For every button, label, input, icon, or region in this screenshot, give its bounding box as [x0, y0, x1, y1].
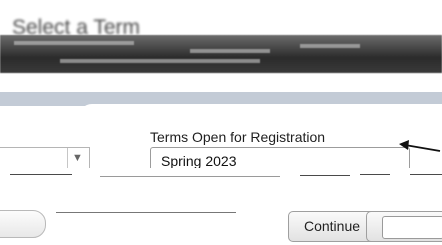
divider-line	[10, 174, 72, 175]
divider-line	[360, 174, 390, 175]
select-divider	[67, 148, 68, 170]
chevron-down-icon[interactable]: ▼	[72, 152, 83, 164]
divider-line	[300, 175, 350, 176]
term-select-value: Spring 2023	[161, 153, 237, 169]
continue-button[interactable]: Continue	[288, 211, 376, 242]
divider-line	[56, 212, 236, 213]
panel-corner	[78, 104, 442, 124]
back-button[interactable]	[0, 210, 46, 238]
redacted-header-bar	[0, 35, 442, 73]
terms-open-label: Terms Open for Registration	[150, 129, 326, 145]
secondary-action-inner	[382, 216, 442, 239]
divider-line	[100, 176, 280, 177]
divider-line	[410, 174, 442, 175]
pointer-arrow-icon	[399, 140, 441, 152]
secondary-action-button[interactable]	[366, 211, 442, 242]
